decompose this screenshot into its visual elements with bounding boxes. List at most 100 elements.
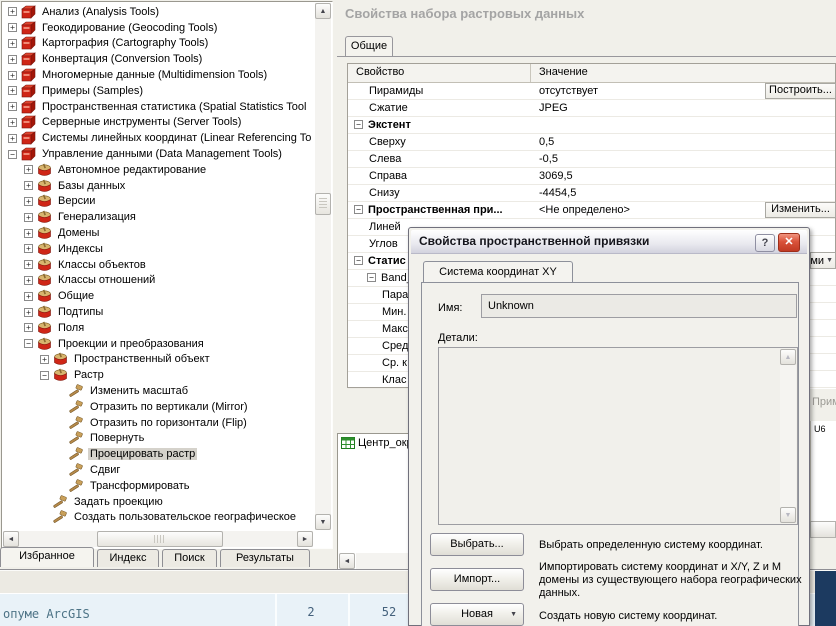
tree-hscroll-thumb[interactable] bbox=[97, 531, 223, 547]
table-row[interactable]: Сверху0,5 bbox=[348, 134, 835, 151]
expand-plus-icon[interactable]: + bbox=[8, 118, 17, 127]
collapse-minus-icon[interactable]: − bbox=[24, 339, 33, 348]
expand-plus-icon[interactable]: + bbox=[24, 197, 33, 206]
forum-topic-text[interactable]: опуме ArcGIS bbox=[3, 607, 90, 621]
collapse-minus-icon[interactable]: − bbox=[40, 371, 49, 380]
details-vscrollbar[interactable]: ▲ ▼ bbox=[780, 349, 796, 523]
expand-plus-icon[interactable]: + bbox=[8, 71, 17, 80]
tree-item[interactable]: Отразить по горизонтали (Flip) bbox=[4, 415, 313, 431]
collapse-minus-icon[interactable]: − bbox=[354, 256, 363, 265]
tree-item[interactable]: +Домены bbox=[4, 225, 313, 241]
expand-plus-icon[interactable]: + bbox=[24, 276, 33, 285]
statistics-options-button-fragment[interactable]: ми▼ bbox=[810, 252, 836, 269]
collapse-minus-icon[interactable]: − bbox=[367, 273, 376, 282]
tab-general[interactable]: Общие bbox=[345, 36, 393, 57]
collapse-minus-icon[interactable]: − bbox=[8, 150, 17, 159]
tree-item[interactable]: Сдвиг bbox=[4, 462, 313, 478]
tree-item[interactable]: +Базы данных bbox=[4, 178, 313, 194]
tab-results[interactable]: Результаты bbox=[220, 549, 310, 567]
list-item[interactable]: Центр_окр bbox=[341, 437, 413, 449]
scroll-right-icon[interactable]: ► bbox=[297, 531, 313, 547]
tree-item[interactable]: Изменить масштаб bbox=[4, 383, 313, 399]
table-row[interactable]: Слева-0,5 bbox=[348, 151, 835, 168]
edit-spatial-reference-button[interactable]: Изменить... bbox=[765, 202, 836, 218]
tree-item[interactable]: +Классы отношений bbox=[4, 273, 313, 289]
new-coordinate-system-button[interactable]: Новая▼ bbox=[430, 603, 524, 626]
tree-item[interactable]: +Классы объектов bbox=[4, 257, 313, 273]
scroll-up-icon[interactable]: ▲ bbox=[780, 349, 796, 365]
tree-hscrollbar[interactable]: ◄ ► bbox=[3, 531, 313, 547]
tree-item[interactable]: Создать пользовательское географическое bbox=[4, 510, 313, 526]
select-coordinate-system-button[interactable]: Выбрать... bbox=[430, 533, 524, 556]
tree-item[interactable]: +Автономное редактирование bbox=[4, 162, 313, 178]
tree-item[interactable]: +Многомерные данные (Multidimension Tool… bbox=[4, 67, 313, 83]
tree-item[interactable]: +Версии bbox=[4, 194, 313, 210]
expand-plus-icon[interactable]: + bbox=[24, 244, 33, 253]
details-textarea[interactable]: ▲ ▼ bbox=[438, 347, 798, 525]
table-row[interactable]: Справа3069,5 bbox=[348, 168, 835, 185]
tree-item[interactable]: +Серверные инструменты (Server Tools) bbox=[4, 115, 313, 131]
tree-item[interactable]: +Индексы bbox=[4, 241, 313, 257]
expand-plus-icon[interactable]: + bbox=[8, 86, 17, 95]
import-coordinate-system-button[interactable]: Импорт... bbox=[430, 568, 524, 591]
tree-item[interactable]: +Картография (Cartography Tools) bbox=[4, 36, 313, 52]
expand-plus-icon[interactable]: + bbox=[8, 102, 17, 111]
expand-plus-icon[interactable]: + bbox=[24, 308, 33, 317]
collapse-minus-icon[interactable]: − bbox=[354, 205, 363, 214]
expand-plus-icon[interactable]: + bbox=[8, 55, 17, 64]
help-icon[interactable]: ? bbox=[755, 234, 775, 252]
tree-item[interactable]: Повернуть bbox=[4, 431, 313, 447]
tree-item[interactable]: Задать проекцию bbox=[4, 494, 313, 510]
build-pyramids-button[interactable]: Построить... bbox=[765, 83, 836, 99]
expand-plus-icon[interactable]: + bbox=[8, 23, 17, 32]
expand-plus-icon[interactable]: + bbox=[24, 181, 33, 190]
tab-index[interactable]: Индекс bbox=[97, 549, 159, 567]
dialog-titlebar[interactable]: Свойства пространственной привязки ? ✕ bbox=[411, 230, 807, 254]
scrollbar-fragment[interactable] bbox=[810, 521, 836, 538]
tree-item[interactable]: +Конвертация (Conversion Tools) bbox=[4, 51, 313, 67]
tree-item[interactable]: +Подтипы bbox=[4, 304, 313, 320]
table-row[interactable]: СжатиеJPEG bbox=[348, 100, 835, 117]
collapse-minus-icon[interactable]: − bbox=[354, 120, 363, 129]
expand-plus-icon[interactable]: + bbox=[40, 355, 49, 364]
table-row[interactable]: −Экстент bbox=[348, 117, 835, 134]
tree-item[interactable]: +Анализ (Analysis Tools) bbox=[4, 4, 313, 20]
expand-plus-icon[interactable]: + bbox=[24, 260, 33, 269]
tree-vscroll-thumb[interactable] bbox=[315, 193, 331, 215]
tree-item[interactable]: +Генерализация bbox=[4, 209, 313, 225]
tree-item[interactable]: +Системы линейных координат (Linear Refe… bbox=[4, 130, 313, 146]
apply-button-fragment[interactable]: Прим bbox=[810, 389, 836, 421]
tree-item[interactable]: +Общие bbox=[4, 288, 313, 304]
tree-item[interactable]: +Примеры (Samples) bbox=[4, 83, 313, 99]
scroll-left-icon[interactable]: ◄ bbox=[339, 553, 355, 569]
table-row[interactable]: −Пространственная при...<Не определено>И… bbox=[348, 202, 835, 219]
tree-vscrollbar[interactable]: ▲ ▼ bbox=[315, 3, 331, 530]
tree-item[interactable]: −Управление данными (Data Management Too… bbox=[4, 146, 313, 162]
table-row[interactable]: ПирамидыотсутствуетПостроить... bbox=[348, 83, 835, 100]
close-icon[interactable]: ✕ bbox=[778, 233, 800, 252]
expand-plus-icon[interactable]: + bbox=[8, 134, 17, 143]
expand-plus-icon[interactable]: + bbox=[8, 39, 17, 48]
expand-plus-icon[interactable]: + bbox=[24, 165, 33, 174]
tree-item[interactable]: Трансформировать bbox=[4, 478, 313, 494]
expand-plus-icon[interactable]: + bbox=[8, 7, 17, 16]
scroll-down-icon[interactable]: ▼ bbox=[315, 514, 331, 530]
tree-item[interactable]: +Пространственный объект bbox=[4, 352, 313, 368]
scroll-left-icon[interactable]: ◄ bbox=[3, 531, 19, 547]
expand-plus-icon[interactable]: + bbox=[24, 292, 33, 301]
tab-search[interactable]: Поиск bbox=[162, 549, 217, 567]
tree-item[interactable]: +Геокодирование (Geocoding Tools) bbox=[4, 20, 313, 36]
tree-item[interactable]: Отразить по вертикали (Mirror) bbox=[4, 399, 313, 415]
expand-plus-icon[interactable]: + bbox=[24, 213, 33, 222]
table-row[interactable]: Снизу-4454,5 bbox=[348, 185, 835, 202]
tree-item[interactable]: −Проекции и преобразования bbox=[4, 336, 313, 352]
expand-plus-icon[interactable]: + bbox=[24, 229, 33, 238]
tab-xy-coordinate-system[interactable]: Система координат XY bbox=[423, 261, 573, 283]
scroll-up-icon[interactable]: ▲ bbox=[315, 3, 331, 19]
tree-item[interactable]: Проецировать растр bbox=[4, 446, 313, 462]
tree-item[interactable]: +Пространственная статистика (Spatial St… bbox=[4, 99, 313, 115]
expand-plus-icon[interactable]: + bbox=[24, 323, 33, 332]
scroll-down-icon[interactable]: ▼ bbox=[780, 507, 796, 523]
tab-favorites[interactable]: Избранное bbox=[0, 547, 94, 567]
name-field[interactable]: Unknown bbox=[481, 294, 797, 318]
